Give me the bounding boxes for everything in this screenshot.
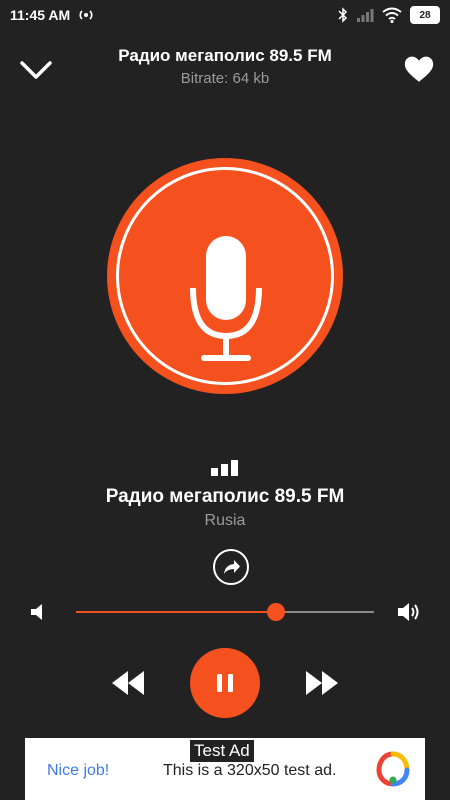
signal-strength-icon	[211, 460, 238, 476]
bluetooth-icon	[338, 7, 348, 23]
wifi-icon	[382, 7, 402, 23]
share-icon	[213, 549, 249, 585]
play-pause-button[interactable]	[190, 648, 260, 718]
bitrate-label: Bitrate: 64 kb	[180, 70, 270, 87]
status-time: 11:45 AM	[10, 7, 71, 23]
share-button[interactable]	[212, 548, 250, 586]
ad-text: This is a 320x50 test ad.	[163, 762, 337, 779]
volume-slider[interactable]	[76, 600, 374, 624]
heart-icon	[404, 56, 434, 82]
battery-icon: 28	[410, 6, 440, 24]
status-right: 28	[338, 6, 440, 24]
fast-forward-button[interactable]	[304, 668, 340, 698]
signal-icon	[357, 9, 374, 22]
station-country: Rusia	[204, 512, 246, 529]
status-bar: 11:45 AM 28	[0, 0, 450, 30]
hotspot-icon	[79, 10, 93, 20]
header-title: Радио мегаполис 89.5 FM	[118, 46, 332, 65]
ad-logo-icon[interactable]	[375, 750, 411, 790]
chevron-down-icon	[20, 61, 52, 79]
volume-fill	[76, 611, 276, 613]
favorite-button[interactable]	[402, 52, 436, 86]
volume-high-icon	[398, 603, 419, 621]
microphone-icon	[190, 236, 262, 361]
fast-forward-icon	[306, 671, 338, 695]
pause-icon	[217, 674, 233, 692]
rewind-icon	[112, 671, 144, 695]
player-header: Радио мегаполис 89.5 FM Bitrate: 64 kb	[0, 42, 450, 92]
test-ad-label: Test Ad	[190, 740, 254, 762]
rewind-button[interactable]	[110, 668, 146, 698]
volume-low-icon	[31, 604, 42, 620]
volume-thumb[interactable]	[266, 603, 285, 621]
collapse-button[interactable]	[18, 56, 54, 84]
station-artwork	[107, 158, 343, 394]
status-left: 11:45 AM	[10, 7, 94, 23]
ad-nice-job-link[interactable]: Nice job!	[47, 762, 109, 780]
station-name: Радио мегаполис 89.5 FM	[105, 486, 345, 507]
